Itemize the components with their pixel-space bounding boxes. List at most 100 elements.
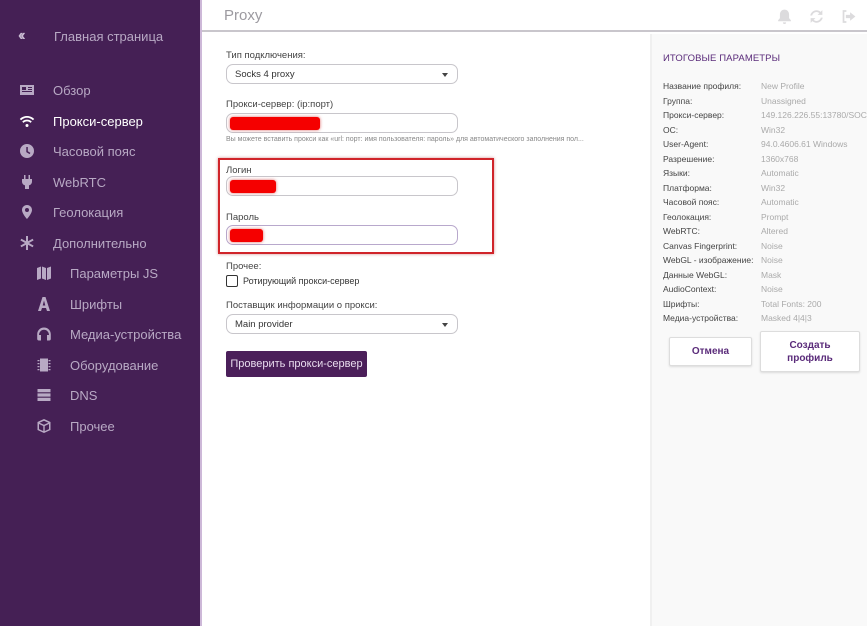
redacted-login-value (230, 180, 276, 193)
summary-row: WebGL - изображение: Noise (663, 255, 867, 269)
provider-select[interactable]: Main provider (226, 314, 458, 334)
summary-row: Данные WebGL: Mask (663, 270, 867, 284)
sidebar-item-timezone[interactable]: Часовой пояс (0, 139, 200, 163)
rotating-proxy-label[interactable]: Ротирующий прокси-сервер (243, 276, 359, 286)
summary-row: Языки: Automatic (663, 168, 867, 182)
summary-row: Геолокация: Prompt (663, 212, 867, 226)
summary-value: Noise (761, 240, 783, 251)
login-label: Логин (226, 165, 252, 176)
summary-key: User-Agent: (663, 139, 709, 149)
proxy-hint: Вы можете вставить прокси как «url: порт… (226, 136, 584, 143)
connection-type-value: Socks 4 proxy (235, 69, 295, 80)
password-label: Пароль (226, 212, 259, 223)
summary-key: Canvas Fingerprint: (663, 240, 738, 251)
sidebar-subitem-js-params[interactable]: Параметры JS (0, 261, 200, 285)
summary-key: WebRTC: (663, 226, 701, 236)
home-label: Главная страница (54, 28, 164, 44)
sidebar-item-label: Геолокация (53, 204, 124, 220)
summary-key: Название профиля: (663, 81, 742, 91)
summary-row: Медиа-устройства: Masked 4|4|3 (663, 313, 867, 327)
summary-value: Total Fonts: 200 (761, 298, 822, 309)
summary-value: 94.0.4606.61 Windows (761, 139, 848, 149)
proxy-server-label: Прокси-сервер: (ip:порт) (226, 99, 334, 110)
summary-key: Языки: (663, 168, 690, 178)
headphones-icon (35, 325, 53, 343)
password-input[interactable] (226, 225, 458, 245)
summary-row: Разрешение: 1360x768 (663, 154, 867, 168)
provider-label: Поставщик информации о прокси: (226, 300, 378, 311)
summary-value: Automatic (761, 197, 799, 207)
summary-value: Noise (761, 284, 783, 294)
sidebar-item-advanced[interactable]: Дополнительно (0, 231, 200, 255)
sign-out-icon[interactable] (839, 7, 857, 25)
summary-key: Часовой пояс: (663, 197, 720, 207)
server-icon (35, 386, 53, 404)
summary-value: Automatic (761, 168, 799, 178)
bell-icon[interactable] (775, 7, 793, 25)
sidebar-subitem-dns[interactable]: DNS (0, 383, 200, 407)
provider-value: Main provider (235, 319, 293, 330)
sidebar-item-label: Параметры JS (70, 265, 159, 281)
summary-key: Платформа: (663, 182, 712, 193)
summary-row: Canvas Fingerprint: Noise (663, 241, 867, 255)
caret-down-icon (442, 323, 448, 327)
check-proxy-button[interactable]: Проверить прокси-сервер (226, 351, 367, 377)
summary-value: Noise (761, 255, 783, 265)
home-link[interactable]: ‹‹ Главная страница (18, 26, 163, 46)
summary-key: Прокси-сервер: (663, 110, 725, 120)
summary-value: Prompt (761, 211, 789, 222)
summary-value: 1360x768 (761, 153, 799, 164)
sidebar-item-overview[interactable]: Обзор (0, 78, 200, 102)
sidebar: ‹‹ Главная страница Обзор Прокси-сервер … (0, 0, 200, 626)
summary-row: Платформа: Win32 (663, 183, 867, 197)
chip-icon (35, 356, 53, 374)
summary-row: AudioContext: Noise (663, 284, 867, 298)
sidebar-item-label: Шрифты (70, 296, 123, 312)
sidebar-item-label: Оборудование (70, 357, 159, 373)
sidebar-subitem-media[interactable]: Медиа-устройства (0, 322, 200, 346)
redacted-password-value (230, 229, 263, 242)
connection-type-select[interactable]: Socks 4 proxy (226, 64, 458, 84)
rotating-proxy-checkbox[interactable] (226, 275, 238, 287)
summary-panel: ИТОГОВЫЕ ПАРАМЕТРЫ Название профиля: New … (650, 34, 867, 626)
summary-value: Win32 (761, 124, 786, 135)
wifi-icon (18, 112, 36, 130)
page-title: Proxy (224, 7, 263, 24)
page-header: Proxy (202, 0, 867, 32)
refresh-icon[interactable] (807, 7, 825, 25)
sidebar-subitem-other[interactable]: Прочее (0, 414, 200, 438)
sidebar-item-geolocation[interactable]: Геолокация (0, 200, 200, 224)
summary-key: Медиа-устройства: (663, 313, 739, 323)
login-input[interactable] (226, 176, 458, 196)
sidebar-item-label: Дополнительно (53, 235, 147, 251)
sidebar-subitem-fonts[interactable]: Шрифты (0, 292, 200, 316)
sidebar-item-webrtc[interactable]: WebRTC (0, 170, 200, 194)
summary-row: Название профиля: New Profile (663, 81, 867, 95)
sidebar-item-proxy[interactable]: Прокси-сервер (0, 109, 200, 133)
summary-key: Данные WebGL: (663, 269, 728, 280)
sidebar-item-label: Часовой пояс (53, 143, 136, 159)
sidebar-item-label: WebRTC (53, 174, 106, 190)
map-icon (35, 264, 53, 282)
map-marker-icon (18, 203, 36, 221)
font-icon (35, 295, 53, 313)
sidebar-item-label: Прочее (70, 418, 115, 434)
sidebar-subitem-hardware[interactable]: Оборудование (0, 353, 200, 377)
summary-key: Шрифты: (663, 298, 700, 309)
summary-key: Группа: (663, 95, 693, 106)
create-profile-button[interactable]: Создать профиль (760, 331, 860, 372)
sidebar-divider (200, 0, 202, 626)
summary-key: Разрешение: (663, 153, 715, 164)
summary-row: Шрифты: Total Fonts: 200 (663, 299, 867, 313)
sidebar-item-label: DNS (70, 387, 98, 403)
double-chevron-left-icon: ‹‹ (18, 27, 26, 44)
summary-value: Unassigned (761, 95, 806, 106)
proxy-server-input[interactable] (226, 113, 458, 133)
other-label: Прочее: (226, 261, 262, 272)
summary-value: Mask (761, 269, 782, 280)
cube-icon (35, 417, 53, 435)
summary-value: 149.126.226.55:13780/SOC... (761, 110, 867, 120)
cancel-button[interactable]: Отмена (669, 337, 752, 366)
summary-value: Altered (761, 226, 788, 236)
summary-row: WebRTC: Altered (663, 226, 867, 240)
